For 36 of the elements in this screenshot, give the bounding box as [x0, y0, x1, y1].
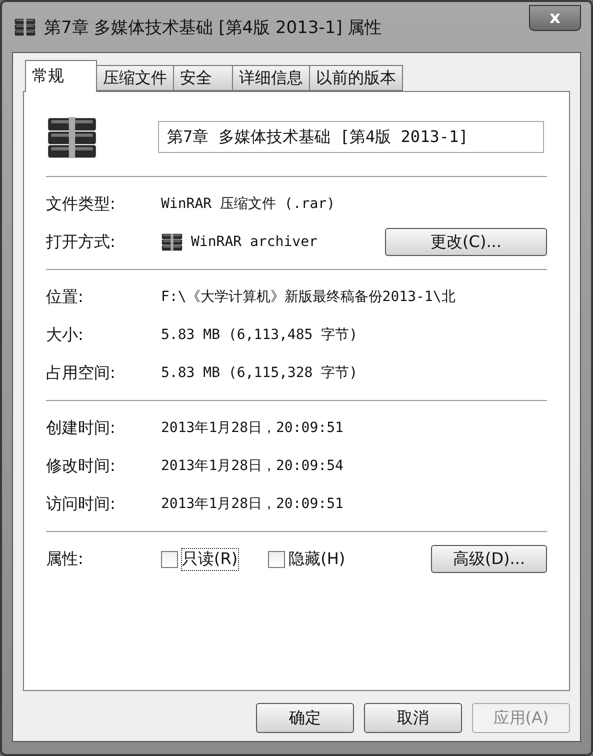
field-value: 5.83 MB (6,113,485 字节): [161, 326, 358, 344]
archive-icon: [161, 232, 183, 252]
checkbox-label[interactable]: 隐藏(H): [288, 548, 346, 570]
field-label: 创建时间:: [46, 418, 116, 438]
window-title: 第7章 多媒体技术基础 [第4版 2013-1] 属性: [44, 16, 383, 38]
field-value: 2013年1月28日，20:09:51: [161, 419, 344, 437]
tab[interactable]: 常规: [25, 60, 97, 92]
field-label: 位置:: [46, 286, 84, 308]
field-label: 大小:: [46, 324, 84, 346]
tab[interactable]: 详细信息: [232, 65, 310, 91]
field-value: 2013年1月28日，20:09:54: [161, 457, 344, 475]
field-label: 属性:: [46, 548, 84, 570]
field-value: 5.83 MB (6,115,328 字节): [161, 364, 358, 382]
field-value: WinRAR archiver: [191, 234, 318, 250]
name-field[interactable]: 第7章 多媒体技术基础 [第4版 2013-1]: [158, 121, 544, 153]
checkbox[interactable]: [268, 550, 285, 568]
dialog-button[interactable]: 取消: [364, 703, 462, 733]
tab[interactable]: 压缩文件: [96, 65, 174, 91]
field-label: 访问时间:: [46, 494, 116, 514]
checkbox-label[interactable]: 只读(R): [182, 548, 238, 570]
close-button[interactable]: x: [529, 5, 581, 31]
archive-icon: [46, 116, 98, 158]
field-value: WinRAR 压缩文件 (.rar): [161, 195, 336, 213]
dialog-button[interactable]: 确定: [256, 703, 354, 733]
field-value: F:\《大学计算机》新版最终稿备份2013-1\北: [161, 288, 456, 306]
field-label: 占用空间:: [46, 362, 116, 384]
tab[interactable]: 以前的版本: [309, 65, 403, 91]
field-label: 修改时间:: [46, 456, 116, 476]
advanced-button[interactable]: 高级(D)...: [431, 545, 547, 573]
archive-icon: [14, 18, 36, 36]
change-button[interactable]: 更改(C)...: [385, 228, 547, 256]
tab[interactable]: 安全: [173, 65, 233, 91]
field-label: 打开方式:: [46, 232, 116, 252]
checkbox[interactable]: [161, 550, 178, 568]
field-value: 2013年1月28日，20:09:51: [161, 495, 344, 513]
field-label: 文件类型:: [46, 194, 116, 214]
